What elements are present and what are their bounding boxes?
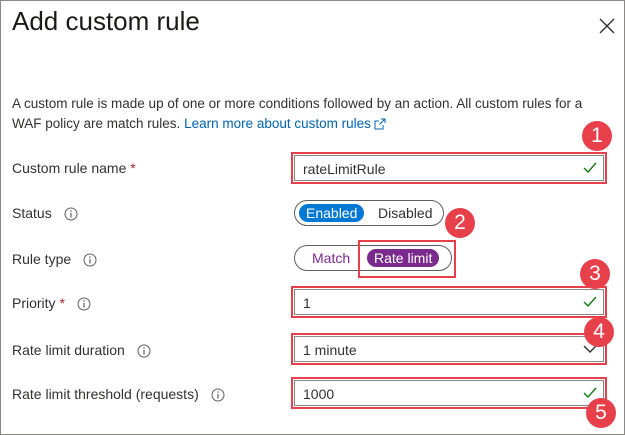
panel-description: A custom rule is made up of one or more … <box>12 94 612 134</box>
rule-type-option-match[interactable]: Match <box>305 249 357 267</box>
learn-more-link[interactable]: Learn more about custom rules <box>184 116 386 131</box>
status-toggle[interactable]: Enabled Disabled <box>294 200 444 226</box>
external-link-icon <box>374 118 386 130</box>
rule-name-label: Custom rule name * <box>12 160 136 176</box>
callout-badge-5: 5 <box>586 398 616 428</box>
status-label: Status <box>12 205 78 221</box>
highlight-box-1 <box>291 152 607 184</box>
highlight-box-3 <box>291 286 607 318</box>
required-mark: * <box>130 160 136 176</box>
callout-badge-4: 4 <box>584 317 614 347</box>
rate-limit-threshold-label: Rate limit threshold (requests) <box>12 386 225 402</box>
info-icon[interactable] <box>83 253 97 267</box>
required-mark: * <box>59 295 65 311</box>
panel-title: Add custom rule <box>12 6 200 36</box>
highlight-box-5 <box>291 377 607 409</box>
callout-badge-1: 1 <box>582 121 612 151</box>
highlight-box-4 <box>291 333 607 365</box>
callout-badge-2: 2 <box>445 208 475 238</box>
close-icon[interactable] <box>598 17 616 35</box>
priority-label: Priority * <box>12 295 91 311</box>
info-icon[interactable] <box>77 297 91 311</box>
callout-badge-3: 3 <box>580 259 610 289</box>
rule-type-label: Rule type <box>12 251 97 267</box>
info-icon[interactable] <box>137 344 151 358</box>
rate-limit-duration-label: Rate limit duration <box>12 342 151 358</box>
info-icon[interactable] <box>211 388 225 402</box>
highlight-box-2 <box>358 240 456 278</box>
info-icon[interactable] <box>64 207 78 221</box>
status-option-enabled[interactable]: Enabled <box>299 204 365 222</box>
status-option-disabled[interactable]: Disabled <box>371 204 439 222</box>
